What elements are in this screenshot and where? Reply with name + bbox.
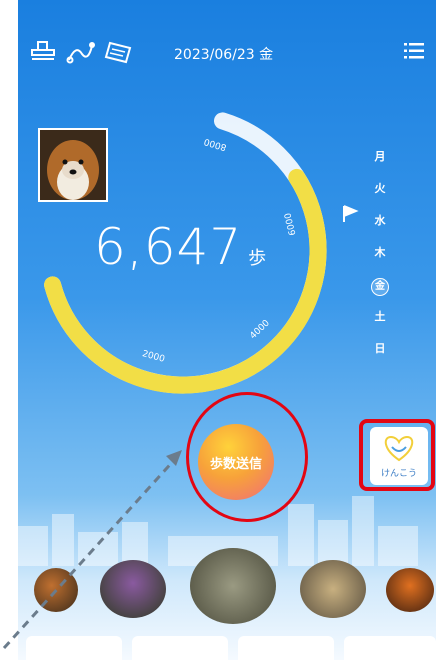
nav-tile-walk[interactable] [26, 636, 122, 660]
weekday-mon[interactable]: 月 [368, 150, 392, 182]
photo-strip [18, 548, 436, 626]
weekday-tue[interactable]: 火 [368, 182, 392, 214]
kenkou-highlight [359, 419, 435, 491]
pet-photo[interactable] [38, 128, 108, 202]
pedometer-screen: 2023/06/23 金 2000 4000 6000 8000 6,647 歩… [18, 0, 436, 660]
nav-tile-shop[interactable] [238, 636, 334, 660]
thumbnail[interactable] [190, 548, 276, 624]
weekday-list: 月 火 水 木 金 土 日 [368, 150, 392, 374]
gauge-tick-label: 4000 [248, 318, 272, 341]
nav-tile-camera[interactable] [132, 636, 228, 660]
step-unit: 歩 [248, 248, 267, 269]
left-margin [0, 0, 18, 660]
send-steps-button[interactable]: 歩数送信 [198, 424, 274, 500]
bottom-nav [18, 636, 436, 660]
thumbnail[interactable] [100, 560, 166, 618]
weekday-sat[interactable]: 土 [368, 310, 392, 342]
today-marker: 金 [371, 278, 389, 296]
gauge-tick-label: 2000 [141, 349, 166, 365]
weekday-thu[interactable]: 木 [368, 246, 392, 278]
dog-photo-image [40, 130, 106, 200]
gauge-tick-label: 8000 [203, 136, 228, 152]
gauge-tick-label: 6000 [283, 211, 298, 236]
goal-flag-icon [343, 205, 359, 222]
step-count-value: 6,647 [94, 218, 243, 276]
thumbnail[interactable] [300, 560, 366, 618]
thumbnail[interactable] [386, 568, 434, 612]
weekday-sun[interactable]: 日 [368, 342, 392, 374]
app-screen: 2023/06/23 金 2000 4000 6000 8000 6,647 歩… [0, 0, 436, 660]
weekday-wed[interactable]: 水 [368, 214, 392, 246]
nav-tile-other[interactable] [344, 636, 436, 660]
step-count: 6,647 歩 [94, 218, 266, 276]
gauge-progress [44, 168, 327, 394]
weekday-fri[interactable]: 金 [368, 278, 392, 310]
thumbnail[interactable] [34, 568, 78, 612]
